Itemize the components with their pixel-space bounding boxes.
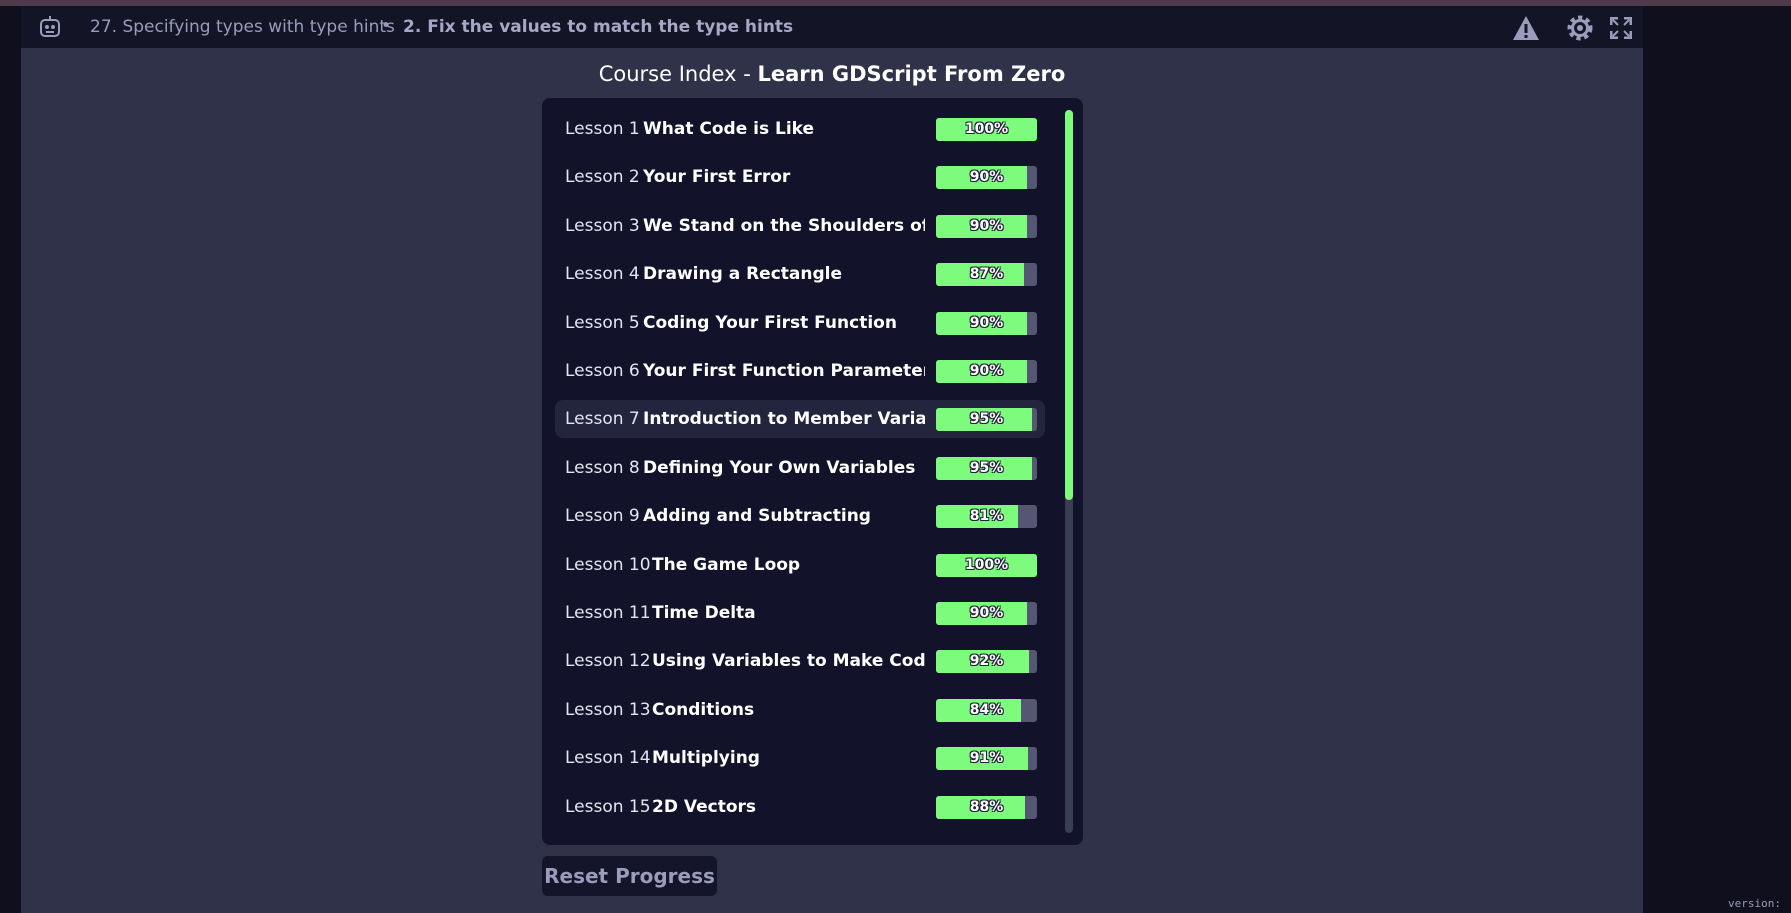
lesson-title: We Stand on the Shoulders of Giants [643,215,925,236]
lesson-title: What Code is Like [643,119,815,139]
lesson-title: Your First Error [643,167,791,188]
lesson-number: Lesson 9 [565,506,640,527]
breadcrumb-practice[interactable]: 2. Fix the values to match the type hint… [403,17,793,37]
lesson-number: Lesson 14 [565,748,651,769]
lesson-row[interactable]: Lesson 9 Adding and Subtracting 81% [555,497,1045,535]
warning-icon[interactable] [1512,14,1540,42]
top-bar: 27. Specifying types with type hints • 2… [21,6,1643,48]
lesson-number: Lesson 6 [565,361,640,381]
page-title-prefix: Course Index - [598,62,758,86]
progress-percent-label: 90% [969,217,1004,234]
lesson-progress-bar: 90% [936,602,1037,625]
lesson-progress-bar: 90% [936,311,1037,335]
progress-percent-label: 90% [969,169,1004,186]
lesson-progress-bar: 100% [936,118,1037,141]
lesson-progress-bar: 95% [936,456,1037,480]
lesson-number: Lesson 13 [565,699,651,720]
lesson-number: Lesson 7 [565,409,640,430]
lesson-row[interactable]: Lesson 12Using Variables to Make Code Ea… [555,642,1045,680]
course-index-panel: Lesson 1 What Code is Like 100% Lesson 2 You… [542,98,1083,845]
lesson-row[interactable]: Lesson 6 Your First Function Parameter 90% [555,352,1045,390]
lesson-row[interactable]: Lesson 10 The Game Loop 100% [555,546,1045,584]
lesson-number: Lesson 11 [565,603,651,623]
lesson-row[interactable]: Lesson 4 Drawing a Rectangle 87% [555,255,1045,293]
lesson-title: Multiplying [652,748,760,769]
robot-logo-icon[interactable] [37,14,63,40]
breadcrumb-separator: • [381,16,392,36]
progress-percent-label: 100% [964,556,1009,573]
lesson-title: Time Delta [652,603,756,623]
lesson-number: Lesson 5 [565,312,640,333]
lesson-progress-bar: 91% [936,747,1037,771]
lesson-row[interactable]: Lesson 11 Time Delta 90% [555,594,1045,632]
version-label: version: [1728,897,1781,910]
progress-percent-label: 90% [969,363,1004,379]
lesson-row[interactable]: Lesson 5 Coding Your First Function 90% [555,304,1045,342]
lesson-row[interactable]: Lesson 15 2D Vectors 88% [555,788,1045,826]
scrollbar-thumb[interactable] [1065,110,1073,500]
lesson-row[interactable]: Lesson 14 Multiplying 91% [555,739,1045,777]
progress-percent-label: 91% [969,750,1004,767]
lesson-progress-bar: 88% [936,795,1037,819]
lesson-progress-bar: 90% [936,214,1037,238]
progress-percent-label: 95% [969,459,1004,476]
page-title: Course Index - Learn GDScript From Zero [21,62,1643,86]
lesson-title: Your First Function Parameter [643,361,925,381]
lesson-row[interactable]: Lesson 2 Your First Error 90% [555,158,1045,196]
lesson-number: Lesson 8 [565,457,640,478]
lesson-title: Adding and Subtracting [643,506,871,527]
gear-icon[interactable] [1566,14,1594,42]
lesson-title: Introduction to Member Variables [643,409,925,430]
lesson-progress-bar: 92% [936,650,1037,674]
lesson-progress-bar: 84% [936,698,1037,722]
reset-progress-button[interactable]: Reset Progress [542,856,717,896]
fullscreen-icon[interactable] [1610,17,1632,39]
lesson-number: Lesson 1 [565,119,640,139]
lesson-progress-bar: 81% [936,505,1037,529]
progress-percent-label: 81% [969,508,1004,525]
lesson-number: Lesson 12 [565,651,651,672]
lesson-title: 2D Vectors [652,796,757,817]
lesson-progress-bar: 87% [936,263,1037,287]
progress-percent-label: 92% [969,653,1004,670]
lesson-title: Defining Your Own Variables [643,457,916,478]
lesson-progress-bar: 100% [936,553,1037,577]
lesson-row[interactable]: Lesson 1 What Code is Like 100% [555,110,1045,148]
progress-percent-label: 90% [969,314,1004,331]
scrollbar[interactable] [1065,110,1073,833]
breadcrumb-lesson[interactable]: 27. Specifying types with type hints [90,17,395,37]
lesson-progress-bar: 90% [936,166,1037,190]
progress-percent-label: 95% [969,411,1004,428]
lesson-row[interactable]: Lesson 7Introduction to Member Variables… [555,400,1045,439]
lesson-progress-bar: 95% [936,408,1037,432]
lesson-number: Lesson 2 [565,167,640,188]
progress-percent-label: 88% [969,798,1004,815]
lesson-title: Using Variables to Make Code Easier to R… [652,651,925,672]
lesson-progress-bar: 90% [936,360,1037,383]
lesson-title: Drawing a Rectangle [643,264,843,285]
lesson-title: Coding Your First Function [643,312,897,333]
progress-percent-label: 100% [964,121,1009,137]
lesson-title: Conditions [652,699,755,720]
lesson-number: Lesson 4 [565,264,640,285]
lesson-number: Lesson 15 [565,796,651,817]
lesson-row[interactable]: Lesson 13 Conditions 84% [555,691,1045,729]
lesson-title: The Game Loop [652,554,801,575]
course-name: Learn GDScript From Zero [757,62,1066,86]
progress-percent-label: 90% [969,605,1004,621]
lesson-number: Lesson 3 [565,215,640,236]
lesson-row[interactable]: Lesson 8 Defining Your Own Variables 95% [555,449,1045,487]
lesson-number: Lesson 10 [565,554,651,575]
lesson-row[interactable]: Lesson 3We Stand on the Shoulders of Gia… [555,207,1045,245]
progress-percent-label: 87% [969,266,1004,283]
progress-percent-label: 84% [969,701,1004,718]
